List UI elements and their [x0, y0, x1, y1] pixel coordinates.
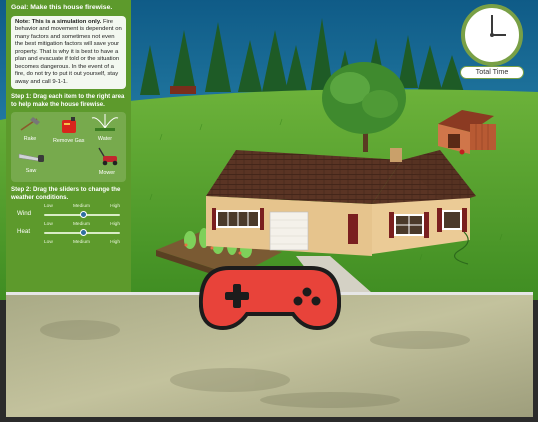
rake-label: Rake: [23, 135, 37, 142]
note-box: Note: This is a simulation only. Fire be…: [11, 15, 126, 90]
step2-text: Step 2: Drag the sliders to change the w…: [11, 185, 121, 201]
timer: Total Time: [460, 4, 526, 82]
goal-text: Goal: Make this house firewise.: [11, 4, 126, 13]
heat-label: Heat: [17, 228, 31, 236]
rake-icon: [20, 116, 40, 131]
instruction-sidebar: Goal: Make this house firewise. Note: Th…: [6, 0, 131, 292]
mower-item[interactable]: Mower: [95, 146, 119, 177]
saw-item[interactable]: Saw: [17, 150, 45, 175]
lawn-mower-icon: [98, 147, 118, 166]
third-slider[interactable]: Low Medium High: [11, 240, 126, 255]
house: [206, 148, 476, 256]
wind-slider[interactable]: Low Medium High Wind: [11, 204, 126, 219]
heat-scale: Low Medium High: [44, 222, 120, 228]
gas-can-icon: [61, 116, 76, 133]
heat-track[interactable]: [44, 229, 120, 237]
sprinkler-icon: [91, 113, 119, 131]
wind-scale: Low Medium High: [44, 204, 120, 210]
note-text: Fire behavior and movement is dependent …: [15, 18, 122, 85]
wind-knob[interactable]: [80, 211, 88, 219]
game-stage: Goal: Make this house firewise. Note: Th…: [0, 0, 538, 422]
saw-label: Saw: [25, 167, 37, 174]
water-item[interactable]: Water: [91, 113, 119, 143]
remove-gas-label: Remove Gas: [53, 137, 85, 144]
gamepad-icon[interactable]: [199, 262, 341, 332]
clock-icon: [461, 4, 523, 66]
third-scale-high: High: [110, 240, 120, 246]
heat-knob[interactable]: [80, 229, 88, 237]
goal-value: Make this house firewise.: [30, 4, 113, 11]
heat-slider[interactable]: Low Medium High Heat: [11, 222, 126, 237]
third-scale-medium: Medium: [72, 240, 90, 246]
heat-scale-medium: Medium: [72, 222, 90, 228]
third-scale-low: Low: [44, 240, 53, 246]
mower-label: Mower: [98, 169, 116, 176]
note-label: Note: This is a simulation only.: [15, 18, 102, 25]
remove-gas-item[interactable]: Remove Gas: [53, 116, 84, 145]
wind-scale-low: Low: [44, 204, 53, 210]
rake-item[interactable]: Rake: [19, 116, 41, 143]
heat-scale-low: Low: [44, 222, 53, 228]
wind-label: Wind: [17, 210, 32, 218]
wind-scale-high: High: [110, 204, 120, 210]
heat-scale-high: High: [110, 222, 120, 228]
third-scale: Low Medium High: [44, 240, 120, 246]
wind-track[interactable]: [44, 211, 120, 219]
total-time-label: Total Time: [460, 66, 524, 79]
goal-label: Goal:: [11, 4, 29, 11]
saw-icon: [18, 153, 44, 162]
wind-scale-medium: Medium: [72, 204, 90, 210]
water-label: Water: [97, 135, 113, 142]
step1-text: Step 1: Drag each item to the right area…: [11, 93, 125, 108]
draggable-items: Rake Remove Gas Water Saw Mower: [11, 111, 126, 182]
